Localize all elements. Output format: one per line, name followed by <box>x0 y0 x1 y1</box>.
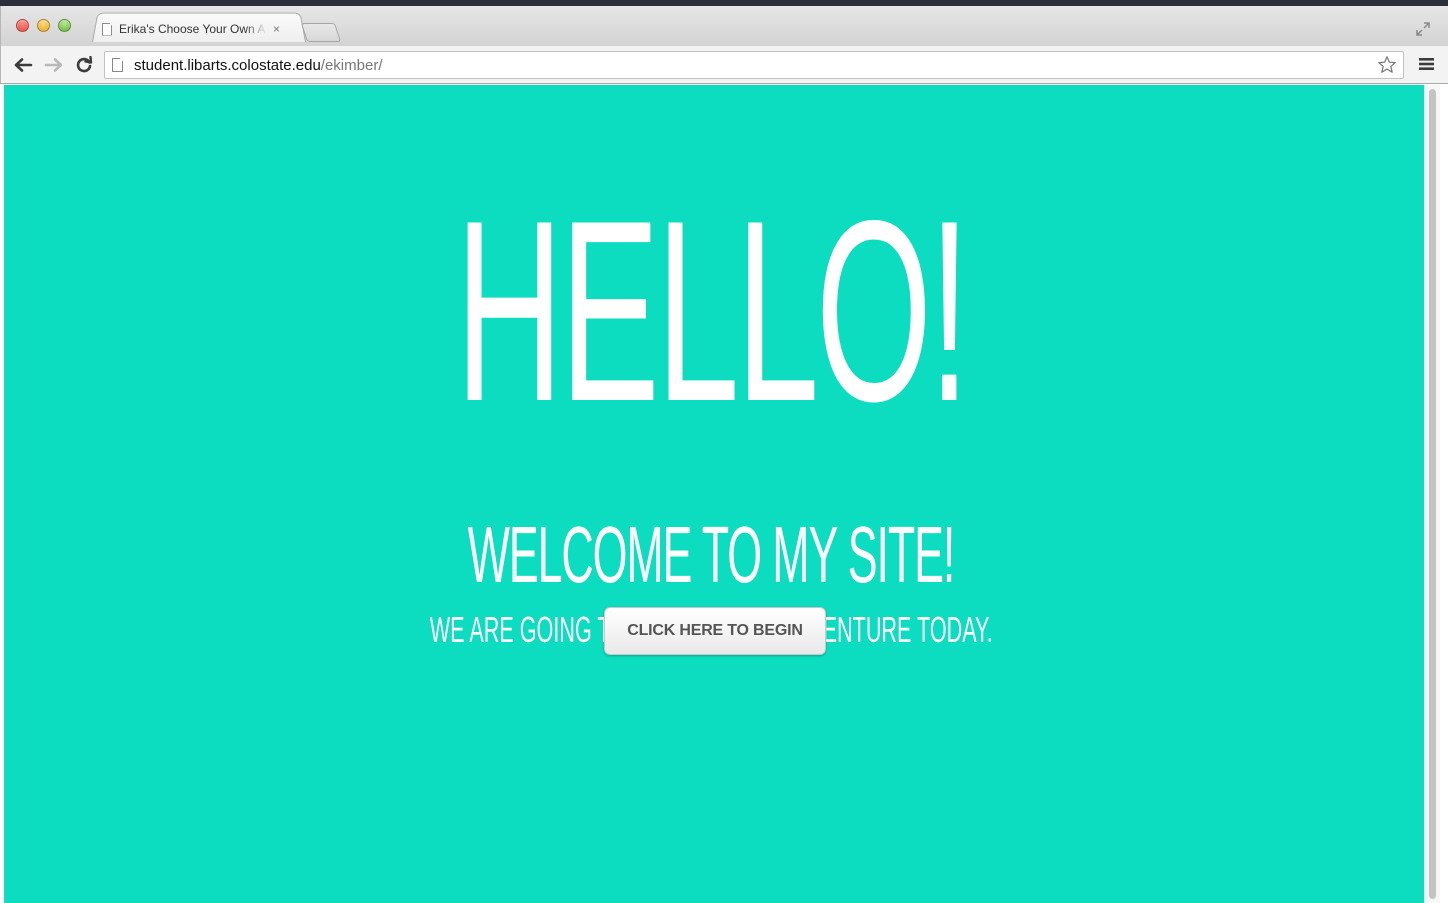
tab-close-icon[interactable]: × <box>273 22 280 36</box>
page-icon <box>112 58 123 72</box>
back-button[interactable] <box>12 54 34 76</box>
new-tab-button[interactable] <box>300 23 342 42</box>
page-favicon-icon <box>102 22 112 36</box>
star-icon[interactable] <box>1377 55 1397 75</box>
window-controls <box>16 19 71 32</box>
welcome-subheading: WELCOME TO MY SITE! <box>467 510 956 599</box>
url-text[interactable]: student.libarts.colostate.edu/ekimber/ <box>134 57 382 74</box>
forward-button[interactable] <box>43 54 65 76</box>
scrollbar-thumb[interactable] <box>1429 89 1436 899</box>
vertical-scrollbar[interactable] <box>1424 85 1440 903</box>
close-window-button[interactable] <box>16 19 29 32</box>
tab-title: Erika's Choose Your Own A <box>119 22 266 36</box>
zoom-window-button[interactable] <box>58 19 71 32</box>
url-path: /ekimber/ <box>320 56 383 74</box>
back-arrow-icon <box>14 58 33 72</box>
browser-window: Erika's Choose Your Own A × student.liba… <box>0 0 1448 903</box>
page-viewport: HELLO! WELCOME TO MY SITE! WE ARE GOING … <box>4 85 1424 903</box>
url-host: student.libarts.colostate.edu <box>134 56 321 74</box>
reload-button[interactable] <box>73 54 95 76</box>
tab-content[interactable]: Erika's Choose Your Own A × <box>102 17 296 41</box>
hamburger-menu-icon[interactable] <box>1419 57 1434 71</box>
minimize-window-button[interactable] <box>37 19 50 32</box>
fullscreen-icon[interactable] <box>1416 22 1430 36</box>
reload-icon <box>76 56 93 73</box>
begin-button[interactable]: CLICK HERE TO BEGIN <box>604 607 826 655</box>
forward-arrow-icon <box>44 58 63 72</box>
address-bar[interactable]: student.libarts.colostate.edu/ekimber/ <box>104 51 1404 79</box>
hero-section: HELLO! WELCOME TO MY SITE! WE ARE GOING … <box>4 85 1424 903</box>
browser-toolbar: student.libarts.colostate.edu/ekimber/ <box>0 46 1448 84</box>
hello-heading: HELLO! <box>455 166 970 455</box>
